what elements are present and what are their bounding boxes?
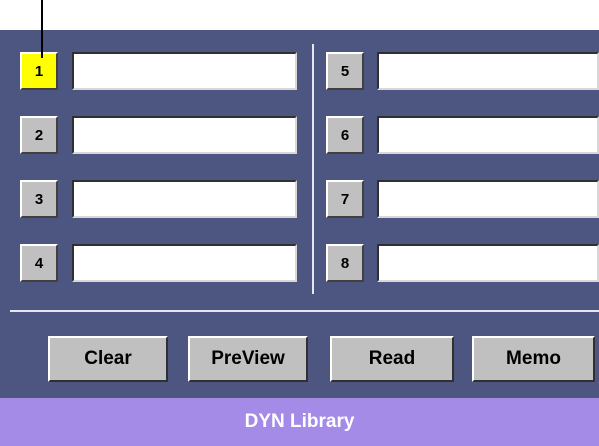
library-panel: 1 2 3 4 5 6 7 8 Clear PreView Read Memo — [0, 30, 599, 398]
slot-field-7[interactable] — [377, 180, 599, 218]
read-button[interactable]: Read — [330, 336, 454, 382]
slot-button-1[interactable]: 1 — [20, 52, 58, 90]
slot-button-6[interactable]: 6 — [326, 116, 364, 154]
slot-field-5[interactable] — [377, 52, 599, 90]
column-divider — [312, 44, 314, 294]
slot-field-2[interactable] — [72, 116, 297, 154]
slot-field-6[interactable] — [377, 116, 599, 154]
selection-pointer-line — [41, 0, 43, 58]
slot-field-4[interactable] — [72, 244, 297, 282]
slot-field-3[interactable] — [72, 180, 297, 218]
footer-title: DYN Library — [244, 411, 355, 432]
clear-button[interactable]: Clear — [48, 336, 168, 382]
section-divider — [10, 310, 599, 312]
slot-button-7[interactable]: 7 — [326, 180, 364, 218]
preview-button[interactable]: PreView — [188, 336, 308, 382]
slot-field-8[interactable] — [377, 244, 599, 282]
slot-button-2[interactable]: 2 — [20, 116, 58, 154]
slot-button-8[interactable]: 8 — [326, 244, 364, 282]
slot-button-3[interactable]: 3 — [20, 180, 58, 218]
top-strip — [0, 0, 599, 30]
footer-title-bar: DYN Library — [0, 398, 599, 446]
slot-button-5[interactable]: 5 — [326, 52, 364, 90]
memo-button[interactable]: Memo — [472, 336, 595, 382]
slot-field-1[interactable] — [72, 52, 297, 90]
slot-button-4[interactable]: 4 — [20, 244, 58, 282]
